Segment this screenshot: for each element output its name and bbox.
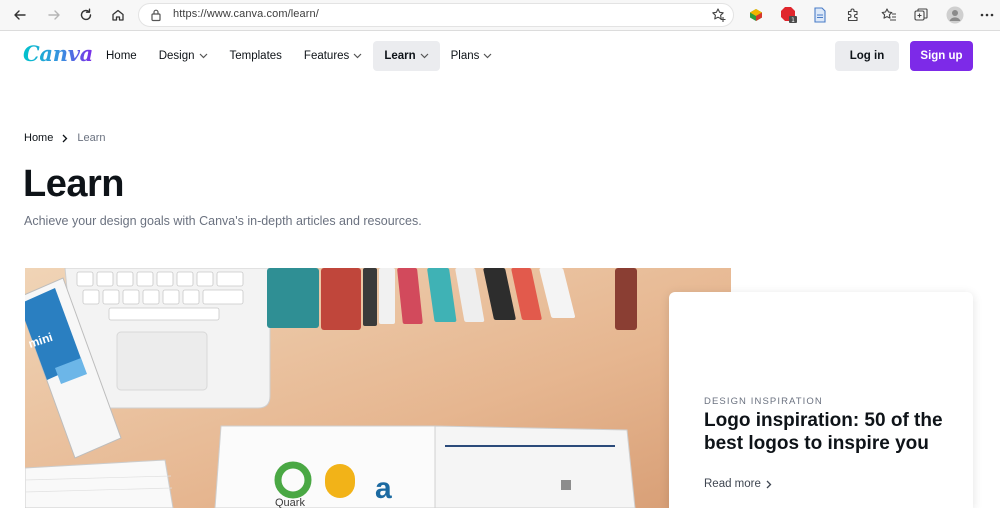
notepad-illustration: [25, 459, 174, 508]
collections-icon[interactable]: [911, 5, 931, 25]
feature-article-card[interactable]: DESIGN INSPIRATION Logo inspiration: 50 …: [669, 292, 973, 508]
svg-text:a: a: [375, 472, 392, 505]
adblock-extension-icon[interactable]: 1: [779, 5, 799, 25]
adblock-badge-count: 1: [791, 17, 795, 24]
chevron-down-icon: [353, 50, 362, 62]
nav-templates-label: Templates: [229, 50, 282, 62]
chevron-down-icon: [199, 50, 208, 62]
nav-learn[interactable]: Learn: [373, 41, 440, 71]
nav-design-label: Design: [158, 50, 195, 62]
article-title[interactable]: Logo inspiration: 50 of the best logos t…: [704, 409, 959, 455]
nav-features-label: Features: [303, 50, 350, 62]
chevron-down-icon: [420, 50, 429, 62]
lock-icon: [150, 8, 162, 27]
puzzle-extensions-icon[interactable]: [843, 5, 863, 25]
nav-templates[interactable]: Templates: [219, 41, 293, 71]
chevron-right-icon: [766, 480, 772, 489]
address-bar[interactable]: https://www.canva.com/learn/: [138, 3, 734, 27]
nav-features[interactable]: Features: [293, 41, 373, 71]
profile-avatar[interactable]: [945, 5, 965, 25]
nav-learn-label: Learn: [384, 50, 416, 62]
favorites-icon[interactable]: [879, 5, 899, 25]
chevron-down-icon: [483, 50, 492, 62]
feature-hero-image[interactable]: mini a Quark: [25, 268, 731, 508]
add-favorite-icon[interactable]: [711, 7, 727, 28]
login-button[interactable]: Log in: [835, 41, 899, 71]
breadcrumb: Home Learn: [24, 132, 105, 144]
breadcrumb-home[interactable]: Home: [24, 132, 53, 144]
breadcrumb-current: Learn: [77, 132, 106, 144]
canva-logo[interactable]: Canva: [23, 41, 93, 66]
nav-home[interactable]: Home: [95, 41, 148, 71]
read-more-label: Read more: [704, 478, 761, 490]
nav-plans[interactable]: Plans: [440, 41, 504, 71]
article-category: DESIGN INSPIRATION: [704, 396, 823, 407]
document-extension-icon[interactable]: [810, 5, 830, 25]
chevron-right-icon: [62, 134, 68, 143]
page-subtitle: Achieve your design goals with Canva's i…: [24, 214, 422, 228]
signup-button[interactable]: Sign up: [910, 41, 973, 71]
more-menu-icon[interactable]: [977, 5, 997, 25]
nav-plans-label: Plans: [450, 50, 480, 62]
nav-design[interactable]: Design: [148, 41, 219, 71]
reload-icon[interactable]: [75, 4, 97, 26]
home-icon[interactable]: [107, 4, 129, 26]
quark-caption: Quark: [275, 497, 305, 508]
extension-multicolor-icon[interactable]: [746, 5, 766, 25]
page-title: Learn: [23, 163, 124, 205]
arrow-right-icon[interactable]: [43, 4, 65, 26]
url-text: https://www.canva.com/learn/: [173, 8, 319, 20]
site-header: Canva Home Design Templates Features Lea…: [0, 31, 1000, 81]
main-nav: Home Design Templates Features Learn Pla…: [95, 41, 503, 71]
nav-home-label: Home: [106, 50, 137, 62]
arrow-left-icon[interactable]: [9, 4, 31, 26]
browser-toolbar: https://www.canva.com/learn/ 1: [0, 0, 1000, 31]
read-more-link[interactable]: Read more: [704, 478, 772, 490]
logo-book-illustration: a Quark: [214, 425, 636, 508]
